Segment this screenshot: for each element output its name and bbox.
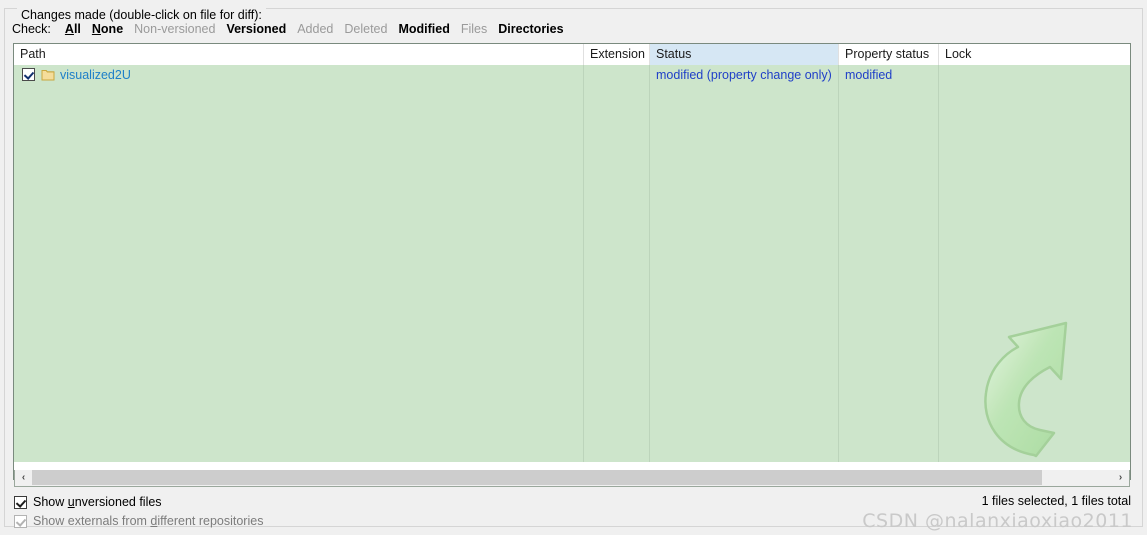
check-link-added: Added bbox=[297, 22, 334, 36]
column-header-status[interactable]: Status bbox=[650, 44, 839, 65]
column-rule-3 bbox=[838, 65, 839, 462]
check-link-non-versioned: Non-versioned bbox=[134, 22, 216, 36]
checkbox-box bbox=[14, 514, 27, 528]
column-rule-2 bbox=[649, 65, 650, 462]
tortoise-commit-arrow-watermark bbox=[984, 321, 1068, 458]
csdn-watermark: CSDN @nalanxiaoxiao2011 bbox=[862, 510, 1133, 532]
check-link-directories[interactable]: Directories bbox=[498, 22, 563, 36]
folder-icon bbox=[41, 68, 55, 81]
column-rule-1 bbox=[583, 65, 584, 462]
cell-path-text: visualized2U bbox=[60, 67, 131, 82]
scroll-right-arrow-icon[interactable]: › bbox=[1112, 470, 1129, 485]
column-header-extension[interactable]: Extension bbox=[584, 44, 650, 65]
cell-property-status: modified bbox=[839, 65, 939, 84]
table-row[interactable]: visualized2U modified (property change o… bbox=[14, 65, 1130, 84]
show-unversioned-files-checkbox[interactable]: Show unversioned files bbox=[14, 495, 162, 509]
checkbox-box[interactable] bbox=[14, 495, 27, 509]
cell-status-text: modified (property change only) bbox=[656, 67, 832, 82]
check-link-modified[interactable]: Modified bbox=[398, 22, 449, 36]
show-externals-label: Show externals from different repositori… bbox=[33, 514, 264, 528]
cell-extension bbox=[584, 65, 650, 84]
column-header-path[interactable]: Path bbox=[14, 44, 584, 65]
row-checkbox[interactable] bbox=[22, 68, 35, 81]
cell-property-status-text: modified bbox=[845, 67, 893, 82]
changes-list[interactable]: Path Extension Status Property status Lo… bbox=[13, 43, 1131, 480]
scrollbar-track[interactable] bbox=[32, 470, 1112, 486]
cell-path[interactable]: visualized2U bbox=[14, 65, 584, 84]
cell-status: modified (property change only) bbox=[650, 65, 839, 84]
cell-lock bbox=[939, 65, 1130, 84]
column-rule-4 bbox=[938, 65, 939, 462]
scrollbar-thumb[interactable] bbox=[32, 470, 1042, 485]
check-filter-bar: Check: All None Non-versioned Versioned … bbox=[12, 22, 575, 39]
list-body[interactable]: visualized2U modified (property change o… bbox=[14, 65, 1130, 462]
check-link-all[interactable]: All bbox=[65, 22, 81, 36]
files-status-text: 1 files selected, 1 files total bbox=[981, 494, 1131, 508]
check-link-none[interactable]: None bbox=[92, 22, 123, 36]
show-unversioned-files-label: Show unversioned files bbox=[33, 495, 162, 509]
check-link-files: Files bbox=[460, 22, 488, 36]
check-label: Check: bbox=[12, 22, 51, 36]
list-header: Path Extension Status Property status Lo… bbox=[14, 44, 1130, 65]
horizontal-scrollbar[interactable]: ‹ › bbox=[14, 470, 1130, 487]
column-header-property-status[interactable]: Property status bbox=[839, 44, 939, 65]
scroll-left-arrow-icon[interactable]: ‹ bbox=[15, 470, 32, 485]
check-link-deleted: Deleted bbox=[344, 22, 388, 36]
column-header-lock[interactable]: Lock bbox=[939, 44, 1130, 65]
groupbox-title: Changes made (double-click on file for d… bbox=[17, 8, 266, 22]
show-externals-checkbox: Show externals from different repositori… bbox=[14, 514, 263, 528]
check-link-versioned[interactable]: Versioned bbox=[226, 22, 286, 36]
